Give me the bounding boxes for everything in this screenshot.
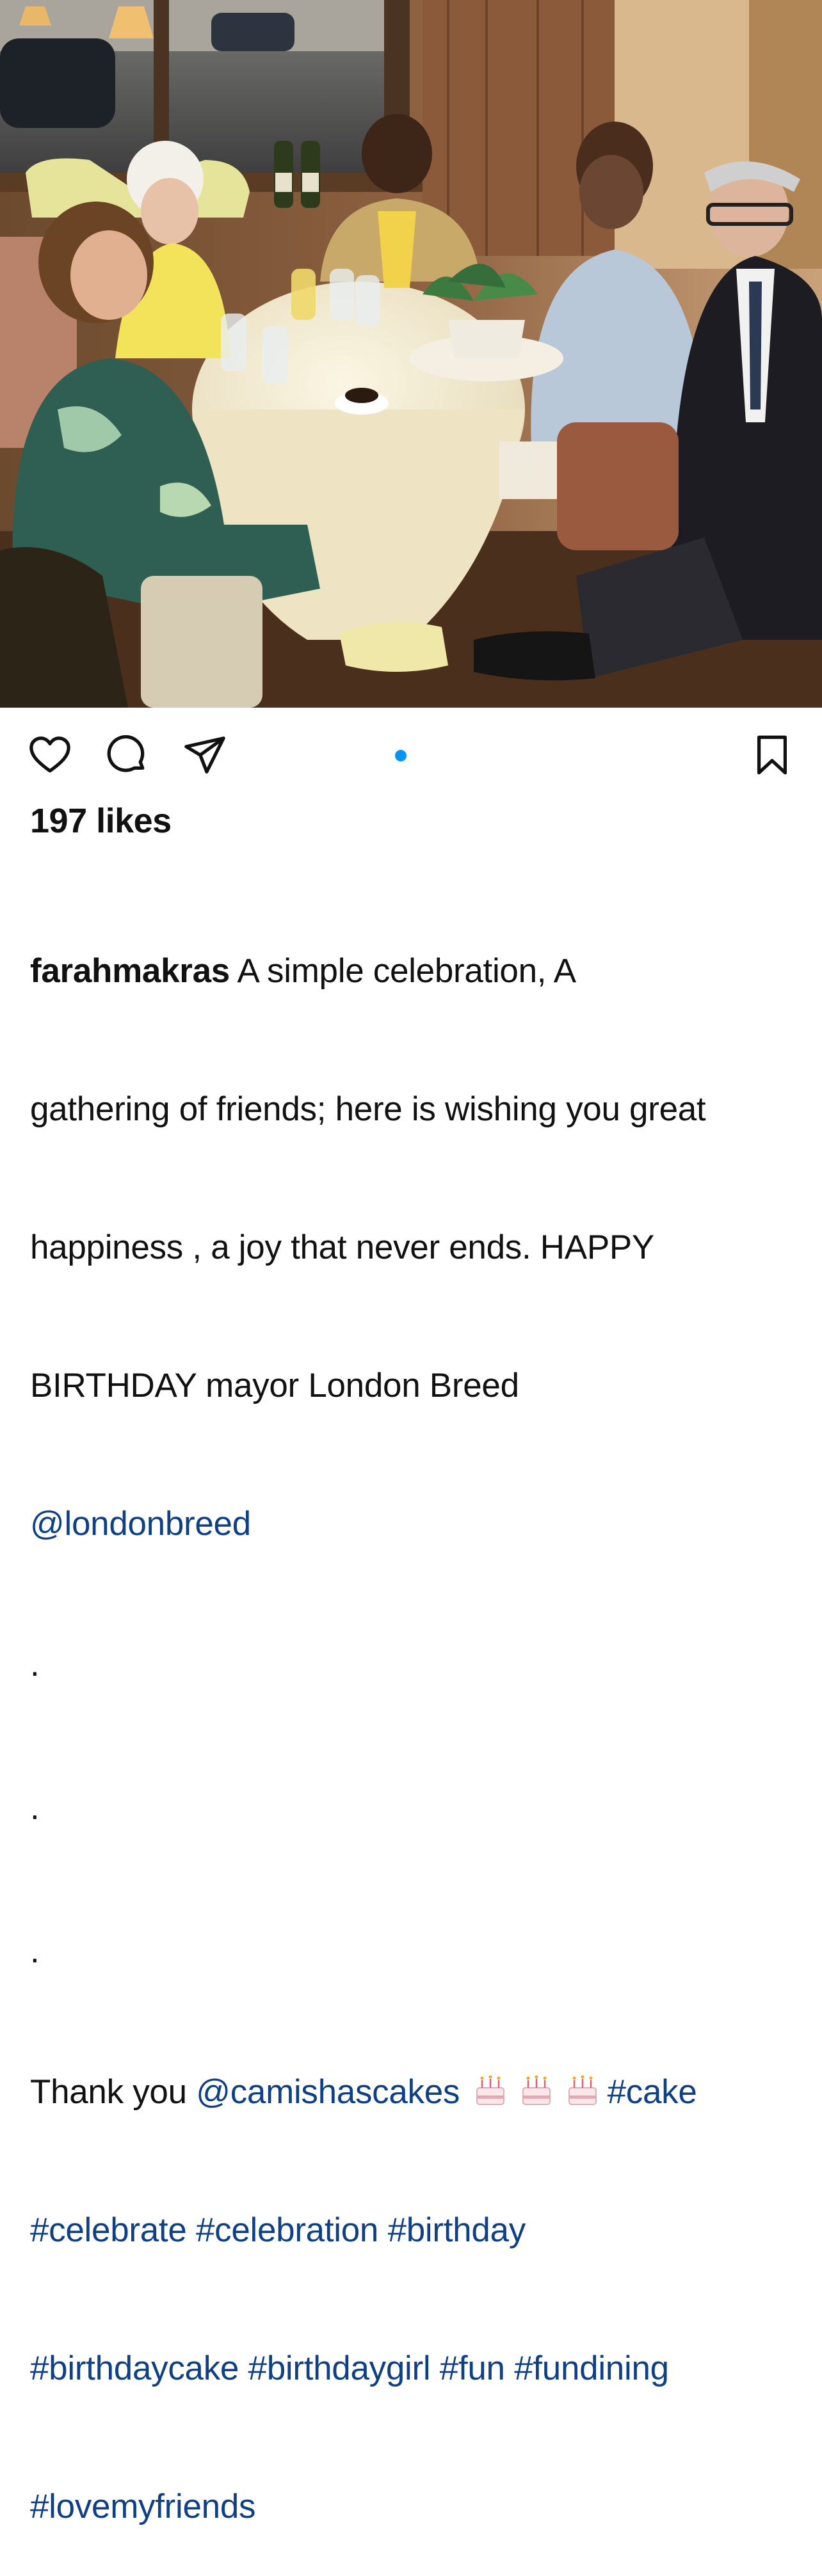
caption-line-5: @londonbreed (30, 1501, 798, 1547)
share-button[interactable] (181, 731, 229, 779)
caption-line-1: farahmakras A simple celebration, A (30, 948, 798, 994)
caption-dot: . (30, 1789, 40, 1827)
mention-camishascakes[interactable]: @camishascakes (196, 2073, 460, 2111)
caption-line-thanks: Thank you @camishascakes #cake (30, 2069, 798, 2115)
birthday-cake-icon (522, 2075, 551, 2105)
caption-dot: . (30, 1646, 40, 1683)
hashtag-birthdaycake[interactable]: #birthdaycake (30, 2349, 239, 2387)
mention-londonbreed[interactable]: @londonbreed (30, 1505, 251, 1543)
post-action-bar (0, 708, 822, 801)
birthday-cake-icon (476, 2075, 504, 2105)
heart-icon (29, 736, 70, 773)
caption-line-4: BIRTHDAY mayor London Breed (30, 1367, 519, 1404)
hashtag-fun[interactable]: #fun (440, 2349, 505, 2387)
hashtag-birthday[interactable]: #birthday (388, 2211, 526, 2249)
paper-plane-icon (184, 736, 225, 774)
caption-hashtags-line-1: #celebrate #celebration #birthday (30, 2207, 798, 2254)
comment-icon (107, 735, 145, 772)
thanks-text: Thank you (30, 2073, 197, 2111)
post-photo-illustration (0, 0, 822, 708)
hashtag-fundining[interactable]: #fundining (514, 2349, 669, 2387)
post-photo[interactable] (0, 0, 822, 708)
caption-dot: . (30, 1932, 40, 1970)
like-button[interactable] (26, 731, 74, 779)
carousel-indicator-dot (395, 750, 407, 761)
caption-hashtags-line-3: #lovemyfriends (30, 2484, 798, 2530)
likes-count[interactable]: 197 likes (30, 801, 172, 841)
hashtag-cake[interactable]: #cake (608, 2073, 697, 2111)
hashtag-celebrate[interactable]: #celebrate (30, 2211, 187, 2249)
caption-username[interactable]: farahmakras (30, 952, 230, 990)
caption-line-3: happiness , a joy that never ends. HAPPY (30, 1228, 654, 1266)
birthday-cake-icon (568, 2075, 597, 2105)
caption-text: A simple celebration, A (229, 952, 576, 990)
comment-button[interactable] (102, 731, 151, 779)
caption-hashtags-line-2: #birthdaycake #birthdaygirl #fun #fundin… (30, 2346, 798, 2392)
save-button[interactable] (748, 731, 796, 779)
bookmark-icon (757, 735, 787, 775)
hashtag-lovemyfriends[interactable]: #lovemyfriends (30, 2488, 256, 2525)
hashtag-celebration[interactable]: #celebration (196, 2211, 378, 2249)
hashtag-birthdaygirl[interactable]: #birthdaygirl (248, 2349, 431, 2387)
post-caption: farahmakras A simple celebration, A gath… (30, 856, 798, 2576)
caption-line-2: gathering of friends; here is wishing yo… (30, 1090, 706, 1128)
